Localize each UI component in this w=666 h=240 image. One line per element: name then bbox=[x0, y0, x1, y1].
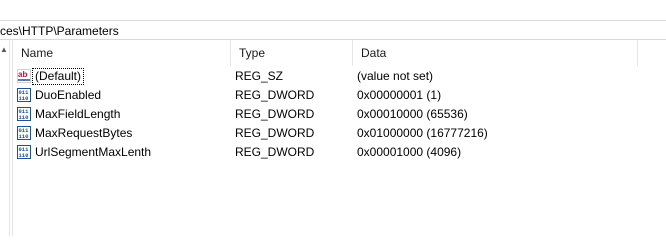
value-name-cell: 011 110 MaxRequestBytes bbox=[17, 124, 134, 143]
column-header-type[interactable]: Type bbox=[231, 40, 353, 66]
value-type: REG_DWORD bbox=[235, 126, 315, 140]
address-bar[interactable]: ces\HTTP\Parameters bbox=[0, 20, 666, 40]
value-name: DuoEnabled bbox=[35, 88, 102, 103]
value-name: MaxFieldLength bbox=[35, 107, 121, 122]
values-list-view[interactable]: Name Type Data ab (Default) REG_SZ (valu… bbox=[13, 40, 666, 236]
value-name: UrlSegmentMaxLenth bbox=[35, 145, 152, 160]
svg-text:110: 110 bbox=[19, 133, 29, 140]
value-type: REG_DWORD bbox=[235, 88, 315, 102]
binary-value-icon: 011 110 bbox=[17, 144, 31, 159]
registry-editor-window: ces\HTTP\Parameters ▲ Name Type Data ab … bbox=[0, 0, 666, 236]
value-data: 0x00010000 (65536) bbox=[357, 107, 468, 121]
column-header-name[interactable]: Name bbox=[13, 40, 231, 66]
svg-text:110: 110 bbox=[19, 95, 29, 102]
value-data: 0x01000000 (16777216) bbox=[357, 126, 488, 140]
value-name-cell: 011 110 UrlSegmentMaxLenth bbox=[17, 143, 153, 162]
binary-value-icon: 011 110 bbox=[17, 106, 31, 121]
address-path[interactable]: ces\HTTP\Parameters bbox=[0, 24, 119, 38]
list-header: Name Type Data bbox=[13, 40, 666, 66]
value-data: 0x00000001 (1) bbox=[357, 88, 442, 102]
binary-value-icon: 011 110 bbox=[17, 125, 31, 140]
svg-text:ab: ab bbox=[18, 70, 27, 79]
svg-text:110: 110 bbox=[19, 152, 29, 159]
string-value-icon: ab bbox=[17, 68, 31, 83]
value-type: REG_SZ bbox=[235, 69, 284, 83]
value-type: REG_DWORD bbox=[235, 145, 315, 159]
value-name-cell: ab (Default) bbox=[17, 67, 85, 86]
list-item[interactable]: 011 110 MaxRequestBytes REG_DWORD 0x0100… bbox=[13, 124, 666, 143]
value-rows: ab (Default) REG_SZ (value not set) 011 … bbox=[13, 67, 666, 162]
column-header-data[interactable]: Data bbox=[353, 40, 638, 66]
tree-pane[interactable]: ▲ bbox=[0, 40, 9, 236]
list-item[interactable]: 011 110 UrlSegmentMaxLenth REG_DWORD 0x0… bbox=[13, 143, 666, 162]
value-name-cell: 011 110 DuoEnabled bbox=[17, 86, 103, 105]
value-type: REG_DWORD bbox=[235, 107, 315, 121]
list-item[interactable]: 011 110 MaxFieldLength REG_DWORD 0x00010… bbox=[13, 105, 666, 124]
value-data: 0x00001000 (4096) bbox=[357, 145, 462, 159]
list-item[interactable]: ab (Default) REG_SZ (value not set) bbox=[13, 67, 666, 86]
value-name: MaxRequestBytes bbox=[35, 126, 133, 141]
list-item[interactable]: 011 110 DuoEnabled REG_DWORD 0x00000001 … bbox=[13, 86, 666, 105]
binary-value-icon: 011 110 bbox=[17, 87, 31, 102]
value-name-cell: 011 110 MaxFieldLength bbox=[17, 105, 122, 124]
value-name: (Default) bbox=[31, 68, 85, 86]
scroll-up-arrow-icon[interactable]: ▲ bbox=[0, 45, 8, 55]
value-data: (value not set) bbox=[357, 69, 434, 83]
svg-text:110: 110 bbox=[19, 114, 29, 121]
